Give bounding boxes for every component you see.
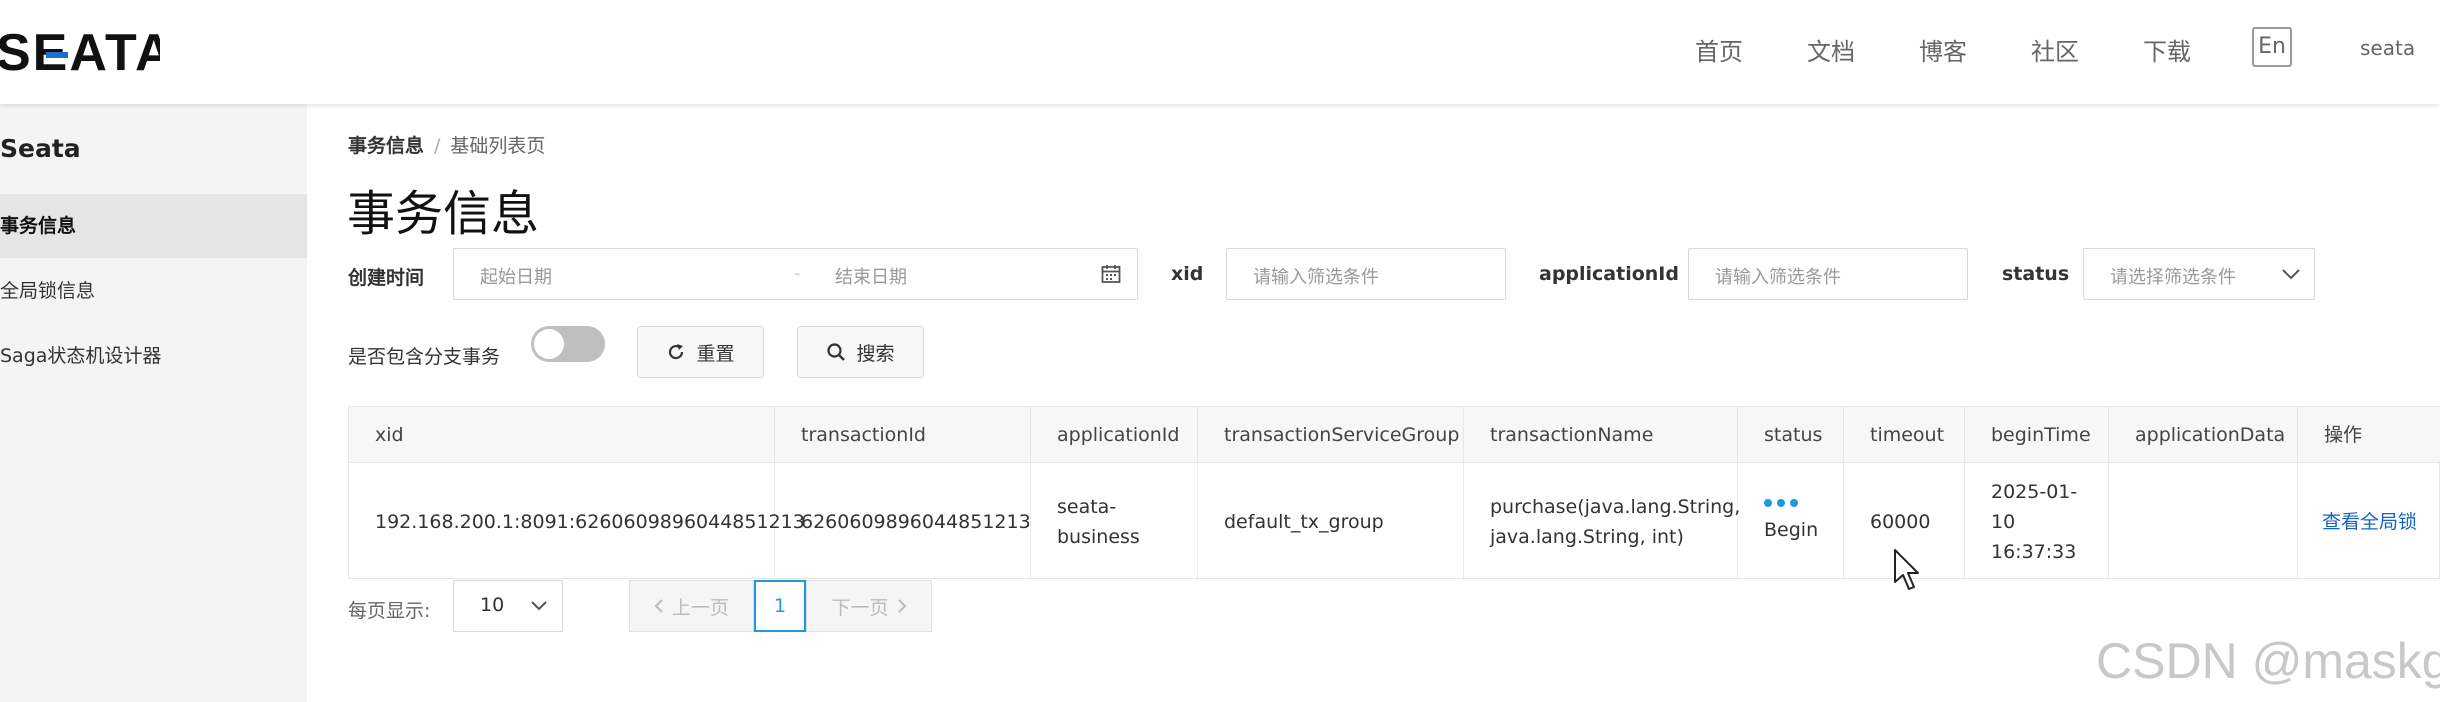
- refresh-icon: [669, 344, 684, 360]
- nav-blog[interactable]: 博客: [1919, 32, 1967, 67]
- cell-status: Begin: [1738, 463, 1844, 580]
- include-branch-toggle[interactable]: [531, 326, 605, 362]
- nav-docs[interactable]: 文档: [1807, 32, 1855, 67]
- cell-begin-time-line1: 2025-01-: [1991, 480, 2078, 503]
- column-header-status: status: [1738, 407, 1844, 463]
- cell-application-id-line1: seata-: [1057, 495, 1117, 518]
- column-header-transaction-name: transactionName: [1464, 407, 1738, 463]
- language-toggle-button[interactable]: En: [2252, 27, 2292, 67]
- sidebar-item-global-locks[interactable]: 全局锁信息: [0, 259, 307, 323]
- sidebar-title: Seata: [0, 134, 81, 163]
- start-date-input[interactable]: 起始日期: [480, 263, 552, 289]
- table-header: xid transactionId applicationId transact…: [349, 407, 2440, 463]
- breadcrumb-separator: /: [434, 135, 441, 157]
- user-name[interactable]: seata: [2360, 36, 2415, 60]
- xid-filter-placeholder: 请输入筛选条件: [1253, 267, 1379, 288]
- mouse-cursor-icon: [1894, 549, 1919, 590]
- page-number-current[interactable]: 1: [754, 580, 806, 632]
- cell-actions: 查看全局锁: [2298, 463, 2440, 580]
- breadcrumb: 事务信息 / 基础列表页: [348, 131, 545, 158]
- view-global-lock-link[interactable]: 查看全局锁: [2322, 507, 2417, 537]
- chevron-down-icon: [531, 601, 547, 611]
- cell-transaction-name-line1: purchase(java.lang.String,: [1490, 495, 1741, 518]
- cell-transaction-service-group: default_tx_group: [1198, 463, 1464, 580]
- application-id-label: applicationId: [1539, 263, 1679, 285]
- toggle-knob: [534, 329, 564, 359]
- seata-logo[interactable]: SEATA: [0, 24, 160, 76]
- page-title: 事务信息: [347, 186, 540, 242]
- column-header-timeout: timeout: [1844, 407, 1965, 463]
- chevron-right-icon: [897, 599, 906, 613]
- top-navbar: SEATA 首页 文档 博客 社区 下载 En seata: [0, 0, 2440, 104]
- xid-filter-input[interactable]: 请输入筛选条件: [1226, 248, 1506, 300]
- next-page-label: 下一页: [831, 596, 889, 619]
- status-text: Begin: [1764, 518, 1819, 541]
- cell-application-id: seata- business: [1031, 463, 1198, 580]
- column-header-application-data: applicationData: [2109, 407, 2298, 463]
- xid-label: xid: [1171, 263, 1204, 285]
- nav-download[interactable]: 下载: [2143, 32, 2191, 67]
- table-row: 192.168.200.1:8091:6260609896044851213 6…: [349, 463, 2440, 580]
- reset-button[interactable]: 重置: [637, 326, 764, 378]
- nav-community[interactable]: 社区: [2031, 32, 2079, 67]
- application-id-filter-placeholder: 请输入筛选条件: [1715, 267, 1841, 288]
- cell-transaction-name: purchase(java.lang.String, java.lang.Str…: [1464, 463, 1741, 580]
- calendar-icon: [1101, 265, 1121, 283]
- breadcrumb-item-transactions[interactable]: 事务信息: [348, 135, 424, 157]
- transactions-table: xid transactionId applicationId transact…: [348, 406, 2440, 580]
- cell-begin-time-line2: 10: [1991, 510, 2016, 533]
- page-size-label: 每页显示:: [348, 600, 431, 622]
- application-id-filter-input[interactable]: 请输入筛选条件: [1688, 248, 1968, 300]
- chevron-left-icon: [654, 599, 663, 613]
- csdn-watermark: CSDN @maskge: [2096, 633, 2440, 689]
- search-button[interactable]: 搜索: [797, 326, 924, 378]
- page-size-select[interactable]: 10: [453, 580, 563, 632]
- end-date-input[interactable]: 结束日期: [835, 263, 907, 289]
- cell-transaction-id: 6260609896044851213: [775, 463, 1031, 580]
- chevron-down-icon: [2282, 269, 2300, 280]
- status-label: status: [2002, 263, 2070, 285]
- cell-xid: 192.168.200.1:8091:6260609896044851213: [349, 463, 805, 580]
- cell-application-data: [2109, 463, 2298, 580]
- cell-transaction-name-line2: java.lang.String, int): [1490, 525, 1684, 548]
- column-header-actions: 操作: [2324, 424, 2363, 446]
- cell-begin-time: 2025-01- 10 16:37:33: [1965, 463, 2109, 580]
- column-header-transaction-service-group: transactionServiceGroup: [1198, 407, 1464, 463]
- search-button-label: 搜索: [856, 342, 895, 365]
- svg-text:SEATA: SEATA: [0, 24, 160, 76]
- breadcrumb-item-basic-list: 基础列表页: [450, 135, 546, 157]
- prev-page-button[interactable]: 上一页: [629, 580, 754, 632]
- create-time-label: 创建时间: [348, 267, 425, 289]
- reset-button-label: 重置: [696, 342, 735, 365]
- cell-begin-time-line3: 16:37:33: [1991, 540, 2077, 563]
- column-header-transaction-id: transactionId: [775, 407, 1031, 463]
- column-header-xid: xid: [349, 407, 775, 463]
- status-filter-select[interactable]: 请选择筛选条件: [2083, 248, 2315, 300]
- search-icon: [827, 343, 846, 361]
- sidebar: Seata 事务信息 全局锁信息 Saga状态机设计器: [0, 104, 307, 702]
- next-page-button[interactable]: 下一页: [806, 580, 932, 632]
- nav-home[interactable]: 首页: [1695, 32, 1743, 67]
- date-range-separator: -: [794, 263, 801, 284]
- sidebar-item-saga-designer[interactable]: Saga状态机设计器: [0, 324, 307, 388]
- loading-dots-icon: [1764, 498, 1798, 507]
- column-header-begin-time: beginTime: [1965, 407, 2109, 463]
- status-filter-placeholder: 请选择筛选条件: [2110, 267, 2236, 288]
- prev-page-label: 上一页: [671, 596, 729, 619]
- include-branch-label: 是否包含分支事务: [348, 346, 501, 368]
- column-header-application-id: applicationId: [1031, 407, 1198, 463]
- sidebar-item-transactions[interactable]: 事务信息: [0, 194, 307, 258]
- page-size-value: 10: [480, 594, 505, 616]
- cell-application-id-line2: business: [1057, 525, 1140, 548]
- date-range-picker[interactable]: 起始日期 - 结束日期: [453, 248, 1138, 300]
